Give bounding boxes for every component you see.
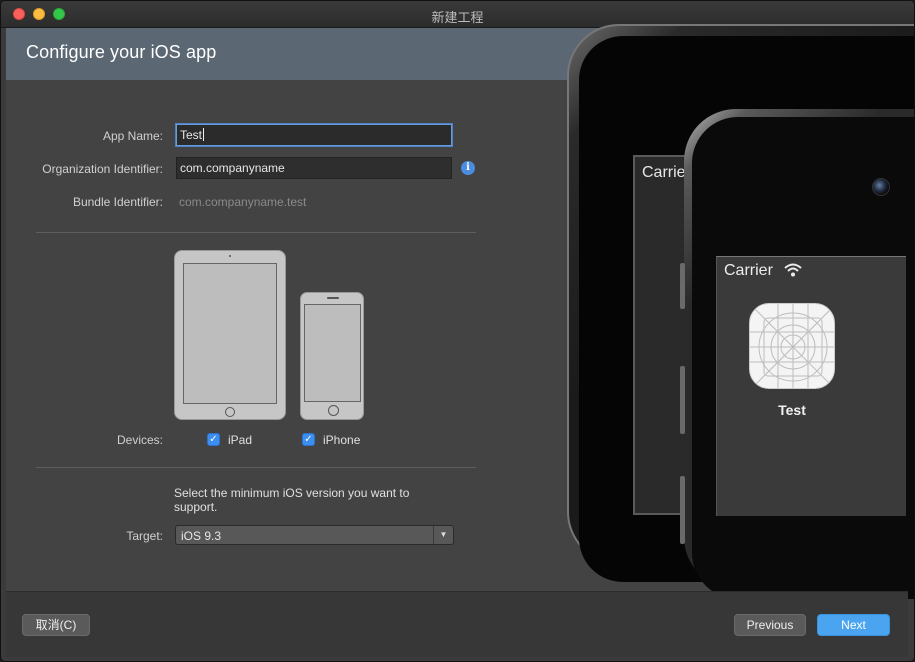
- ipad-checkbox-label[interactable]: iPad: [228, 433, 252, 447]
- iphone-carrier-text: Carrier: [724, 262, 773, 279]
- info-icon[interactable]: i: [461, 161, 475, 175]
- target-version-select[interactable]: iOS 9.3 ▼: [175, 525, 454, 545]
- app-name-input[interactable]: Test: [176, 124, 452, 146]
- devices-label: Devices:: [116, 433, 163, 447]
- target-label: Target:: [126, 529, 163, 543]
- chevron-down-icon[interactable]: ▼: [433, 526, 453, 544]
- cancel-button[interactable]: 取消(C): [22, 614, 90, 636]
- organization-identifier-label: Organization Identifier:: [42, 162, 163, 176]
- app-name-label: App Name:: [102, 129, 163, 143]
- previous-button[interactable]: Previous: [734, 614, 806, 636]
- iphone-speaker: [327, 297, 339, 299]
- app-icon-grid-icon: [750, 304, 834, 388]
- footer-bar: 取消(C) Previous Next: [6, 591, 908, 657]
- camera-icon: [872, 178, 890, 196]
- bundle-identifier-value: com.companyname.test: [179, 195, 307, 209]
- iphone-checkbox[interactable]: ✓: [302, 433, 315, 446]
- text-caret: [203, 128, 205, 141]
- app-name-value: Test: [180, 128, 203, 142]
- iphone-home-button: [328, 405, 339, 416]
- iphone-side-button: [680, 476, 685, 544]
- target-version-value: iOS 9.3: [181, 529, 222, 543]
- app-icon-label: Test: [778, 402, 806, 418]
- minimum-version-help-text: Select the minimum iOS version you want …: [174, 486, 410, 514]
- iphone-screen: [304, 304, 361, 402]
- page-title: Configure your iOS app: [26, 42, 217, 62]
- organization-identifier-input[interactable]: com.companyname: [176, 157, 452, 179]
- bundle-identifier-label: Bundle Identifier:: [72, 195, 163, 209]
- iphone-device-illustration: [300, 292, 364, 420]
- iphone-side-button: [680, 366, 685, 434]
- ipad-home-button: [225, 407, 235, 417]
- ipad-checkbox[interactable]: ✓: [207, 433, 220, 446]
- new-project-window: 新建工程 Configure your iOS app App Name: Te…: [0, 0, 915, 662]
- ipad-device-illustration: [174, 250, 286, 420]
- app-icon-placeholder: [749, 303, 835, 389]
- separator: [36, 467, 476, 468]
- ipad-camera-dot: [229, 255, 231, 257]
- wifi-icon: [784, 263, 802, 277]
- separator: [36, 232, 476, 233]
- next-button[interactable]: Next: [817, 614, 890, 636]
- iphone-side-button: [680, 263, 685, 309]
- ipad-screen: [183, 263, 277, 404]
- iphone-checkbox-label[interactable]: iPhone: [323, 433, 360, 447]
